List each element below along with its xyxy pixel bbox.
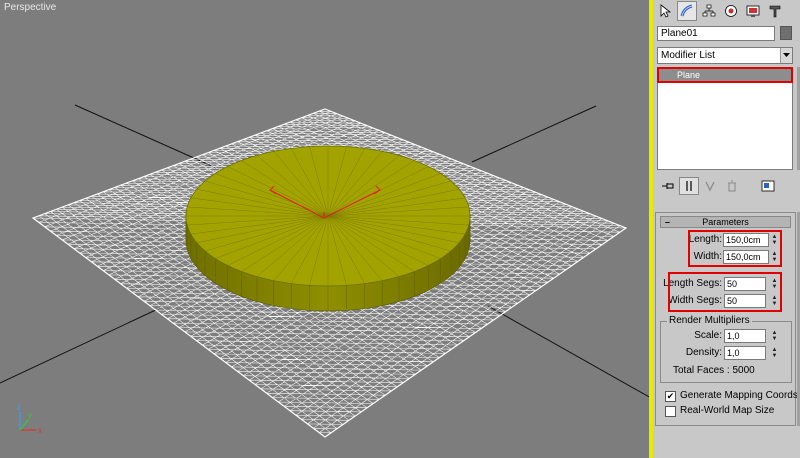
total-faces-readout: Total Faces : 5000 — [673, 365, 755, 376]
density-spinner-field[interactable]: 1,0 — [724, 346, 766, 360]
remove-modifier-icon — [728, 180, 736, 192]
grid-line — [487, 305, 651, 399]
grid-line — [0, 307, 161, 384]
object-color-swatch[interactable] — [780, 26, 792, 40]
hierarchy-icon — [702, 4, 716, 17]
real-world-map-size-label: Real-World Map Size — [680, 405, 775, 416]
parameters-rollout-header[interactable]: – Parameters — [660, 216, 791, 228]
modify-icon — [680, 4, 693, 17]
motion-tab[interactable] — [721, 1, 741, 21]
show-end-result-button[interactable] — [679, 177, 699, 195]
svg-text:z: z — [17, 403, 21, 412]
configure-sets-button[interactable] — [757, 177, 779, 195]
make-unique-icon — [705, 181, 715, 192]
viewport-label[interactable]: Perspective — [4, 2, 56, 13]
cylinder-object[interactable] — [185, 145, 471, 312]
modifier-list-label: Modifier List — [661, 50, 715, 61]
svg-text:y: y — [28, 411, 32, 420]
pin-stack-icon — [662, 183, 674, 189]
hierarchy-tab[interactable] — [699, 1, 719, 21]
pin-stack-button[interactable] — [657, 177, 679, 195]
generate-mapping-label: Generate Mapping Coords. — [680, 390, 800, 401]
svg-text:x: x — [38, 426, 42, 435]
generate-mapping-checkbox[interactable]: ✔ — [665, 391, 676, 402]
display-icon — [746, 5, 760, 17]
parameters-title: Parameters — [702, 217, 749, 227]
configure-sets-icon — [761, 180, 775, 192]
dropdown-arrow-icon — [780, 48, 792, 63]
real-world-map-size-checkbox[interactable] — [665, 406, 676, 417]
density-label: Density: — [685, 347, 722, 358]
create-icon — [660, 4, 672, 18]
viewport-scene: x z y — [0, 104, 651, 438]
motion-icon — [725, 5, 737, 17]
utilities-icon — [769, 5, 781, 18]
command-panel-tabs — [653, 0, 800, 24]
command-panel: Plane01 Modifier List Plane – Parameters… — [653, 0, 800, 458]
grid-line — [471, 105, 597, 163]
highlight-box — [688, 230, 782, 267]
make-unique-button[interactable] — [699, 177, 721, 195]
axis-tripod: x z y — [17, 403, 42, 435]
density-spinner-arrows[interactable]: ▲ ▼ — [770, 346, 779, 360]
highlight-box — [657, 67, 793, 83]
modifier-list-dropdown[interactable]: Modifier List — [657, 47, 793, 64]
render-multipliers-title: Render Multipliers — [667, 315, 752, 327]
show-end-result-icon — [686, 181, 692, 191]
scale-spinner-field[interactable]: 1,0 — [724, 329, 766, 343]
highlight-box — [668, 272, 782, 312]
scale-spinner-arrows[interactable]: ▲ ▼ — [770, 329, 779, 343]
collapse-icon: – — [665, 217, 671, 227]
stack-toolbar — [657, 177, 779, 195]
utilities-tab[interactable] — [765, 1, 785, 21]
scale-label: Scale: — [694, 330, 722, 341]
display-tab[interactable] — [743, 1, 763, 21]
create-tab[interactable] — [655, 1, 675, 21]
remove-modifier-button[interactable] — [721, 177, 743, 195]
perspective-viewport[interactable]: x z y Perspective — [0, 0, 651, 458]
modify-tab[interactable] — [677, 1, 697, 21]
object-name-field[interactable]: Plane01 — [657, 26, 775, 41]
